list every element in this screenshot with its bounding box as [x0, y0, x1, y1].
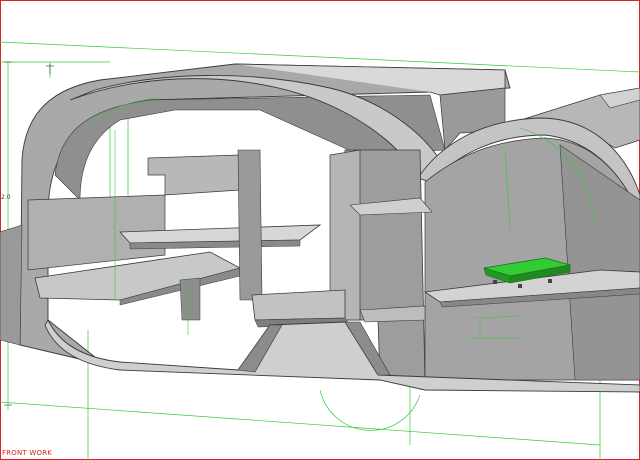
dimension-left-vertical: 2.0 — [1, 194, 11, 201]
center-platform — [251, 289, 346, 321]
support-post — [179, 277, 201, 321]
left-post — [237, 149, 263, 301]
3d-viewport[interactable]: 2.0 FRONT WORK — [0, 0, 640, 460]
model-canvas[interactable] — [0, 0, 640, 460]
view-label: FRONT WORK — [2, 449, 53, 457]
left-outer-lip — [0, 224, 23, 346]
upper-step — [147, 154, 241, 196]
